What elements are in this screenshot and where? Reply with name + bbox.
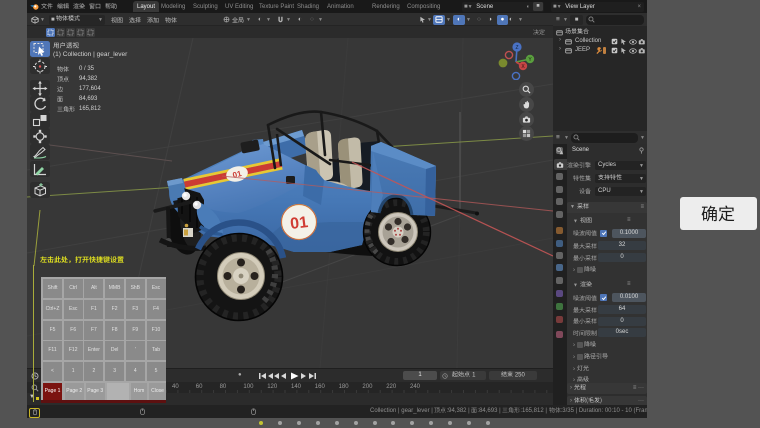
svg-text:Z: Z <box>515 45 518 51</box>
svg-text:01: 01 <box>289 214 309 233</box>
